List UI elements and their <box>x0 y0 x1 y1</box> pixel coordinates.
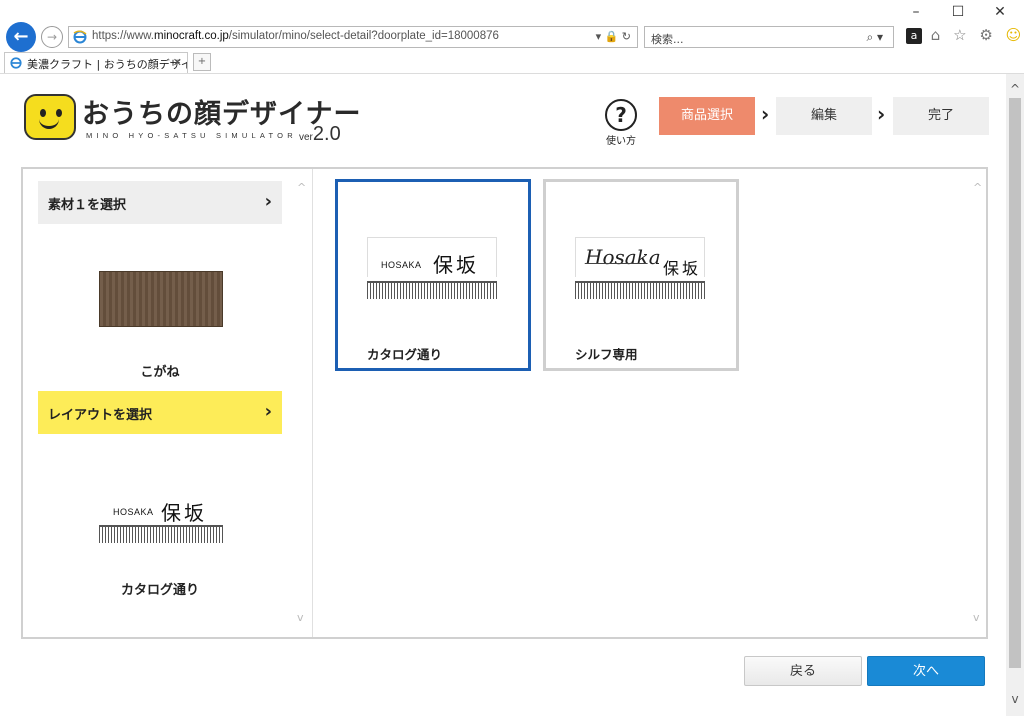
window-close-button[interactable]: ✕ <box>990 4 1010 20</box>
left-scroll-up-icon[interactable]: ^ <box>297 181 306 194</box>
favorites-star-icon[interactable]: ☆ <box>953 26 970 44</box>
signature-underline <box>585 263 647 264</box>
tab-title: 美濃クラフト | おうちの顔デザイ... <box>27 58 188 71</box>
ie-tab-icon <box>10 57 22 69</box>
site-logo[interactable]: おうちの顔デザイナー MINO HYO-SATSU SIMULATOR ver2… <box>24 90 364 148</box>
search-icon[interactable]: ⌕ ▾ <box>866 30 883 45</box>
toolbar-icons: a ⌂ ☆ ⚙ ☺ <box>906 26 1024 44</box>
plate-kanji-name: 保坂 <box>433 253 479 277</box>
right-scroll-up-icon[interactable]: ^ <box>973 181 982 194</box>
scroll-down-icon[interactable]: v <box>1006 692 1024 706</box>
minimize-button[interactable]: – <box>906 4 926 20</box>
plate-kanji-name: 保坂 <box>161 501 207 525</box>
step-complete: 完了 <box>893 97 989 135</box>
left-scroll-down-icon[interactable]: v <box>297 611 304 624</box>
search-placeholder: 検索... <box>651 33 684 46</box>
feedback-smiley-icon[interactable]: ☺ <box>1006 26 1024 44</box>
step-edit: 編集 <box>776 97 872 135</box>
url-text: https://www.minocraft.co.jp/simulator/mi… <box>92 30 499 42</box>
new-tab-button[interactable]: + <box>193 53 211 71</box>
material-name: こがね <box>140 365 180 380</box>
chevron-right-icon: › <box>877 102 886 126</box>
right-scroll-down-icon[interactable]: v <box>973 611 980 624</box>
back-button[interactable]: 戻る <box>744 656 862 686</box>
material-select-button[interactable]: 素材１を選択 › <box>38 181 282 224</box>
chevron-right-icon: › <box>761 102 770 126</box>
plate-base-bars <box>367 281 497 299</box>
settings-gear-icon[interactable]: ⚙ <box>979 26 996 44</box>
page-scrollbar[interactable]: ^ v <box>1006 74 1024 716</box>
plate-script-name: Hosaka <box>585 245 661 269</box>
chevron-right-icon: › <box>264 401 272 422</box>
logo-face-icon <box>24 94 76 140</box>
scroll-thumb[interactable] <box>1009 98 1021 668</box>
layout-preview-plate: HOSAKA 保坂 <box>99 487 223 543</box>
step-product-select: 商品選択 <box>659 97 755 135</box>
help-button[interactable]: ? 使い方 <box>601 99 641 147</box>
next-button[interactable]: 次へ <box>867 656 985 686</box>
logo-version: ver2.0 <box>299 123 341 145</box>
browser-chrome: – ☐ ✕ ← → https://www.minocraft.co.jp/si… <box>0 0 1024 74</box>
ie-logo-icon <box>73 30 87 44</box>
layout-card-name: シルフ専用 <box>575 347 638 362</box>
plate-base-bars <box>99 525 223 543</box>
tab-bar: 美濃クラフト | おうちの顔デザイ... ✕ + <box>0 51 1024 73</box>
selection-panel: 素材１を選択 › こがね レイアウトを選択 › HOSAKA 保坂 カタログ通り… <box>21 167 988 639</box>
amazon-icon[interactable]: a <box>906 28 922 44</box>
layout-plate: Hosaka 保坂 <box>575 237 705 299</box>
logo-subtitle: MINO HYO-SATSU SIMULATOR <box>86 131 297 140</box>
address-bar[interactable]: https://www.minocraft.co.jp/simulator/mi… <box>68 26 638 48</box>
layout-name: カタログ通り <box>120 583 199 598</box>
search-input[interactable]: 検索... ⌕ ▾ <box>644 26 894 48</box>
home-icon[interactable]: ⌂ <box>931 26 945 44</box>
browser-tab[interactable]: 美濃クラフト | おうちの顔デザイ... ✕ <box>4 52 188 73</box>
layout-card-name: カタログ通り <box>367 347 443 362</box>
plate-roman-name: HOSAKA <box>381 260 422 270</box>
help-label: 使い方 <box>606 136 636 147</box>
lock-refresh-icon[interactable]: ▾ 🔒 ↻ <box>596 30 631 43</box>
chevron-right-icon: › <box>264 191 272 212</box>
material-swatch <box>99 271 223 327</box>
layout-plate: HOSAKA 保坂 <box>367 237 497 299</box>
maximize-button[interactable]: ☐ <box>948 4 968 20</box>
plate-base-bars <box>575 281 705 299</box>
layout-card-sylph[interactable]: Hosaka 保坂 シルフ専用 <box>543 179 739 371</box>
selection-summary: 素材１を選択 › こがね レイアウトを選択 › HOSAKA 保坂 カタログ通り… <box>23 169 313 637</box>
layout-select-button[interactable]: レイアウトを選択 › <box>38 391 282 434</box>
tab-close-icon[interactable]: ✕ <box>173 56 182 69</box>
scroll-up-icon[interactable]: ^ <box>1006 82 1024 96</box>
forward-arrow-icon[interactable]: → <box>41 26 63 48</box>
plate-kanji-name: 保坂 <box>663 259 702 278</box>
back-arrow-icon[interactable]: ← <box>6 22 36 52</box>
layout-card-catalog[interactable]: HOSAKA 保坂 カタログ通り <box>335 179 531 371</box>
plate-roman-name: HOSAKA <box>113 507 154 517</box>
page-content: おうちの顔デザイナー MINO HYO-SATSU SIMULATOR ver2… <box>0 74 1006 716</box>
question-circle-icon: ? <box>605 99 637 131</box>
